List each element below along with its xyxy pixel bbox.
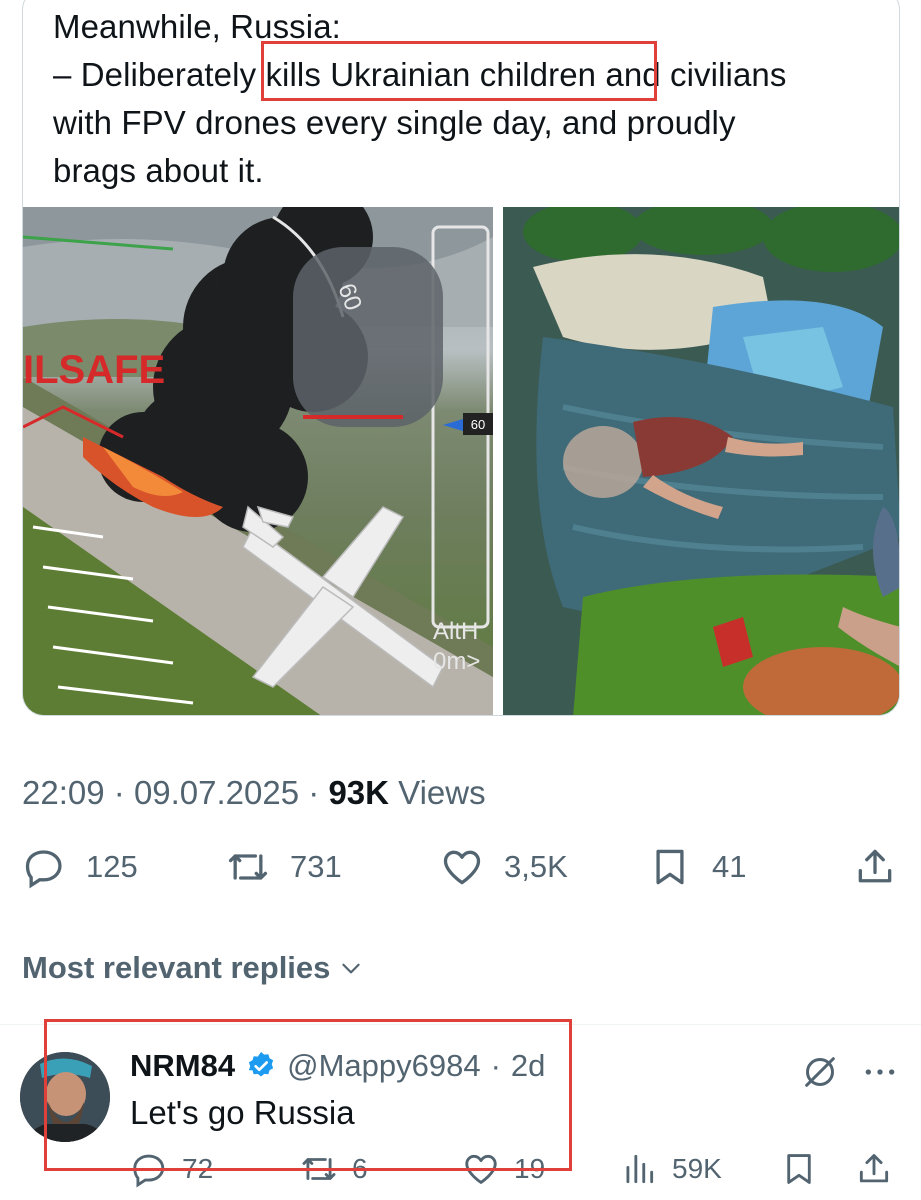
reply-count: 125: [86, 849, 138, 884]
grok-icon: [805, 1057, 835, 1087]
bookmark-button[interactable]: 41: [648, 845, 746, 889]
reply-views-button[interactable]: 59K: [620, 1150, 722, 1188]
like-button[interactable]: 3,5K: [440, 845, 568, 889]
reply-icon: [133, 1154, 165, 1188]
reply-author-handle[interactable]: @Mappy6984: [287, 1048, 480, 1084]
repost-count: 731: [290, 849, 342, 884]
repost-icon: [228, 854, 268, 880]
reply-icon: [25, 850, 62, 889]
reply-bookmark-button[interactable]: [780, 1150, 818, 1188]
more-options-button[interactable]: [860, 1052, 900, 1097]
like-count: 3,5K: [504, 849, 568, 884]
avatar[interactable]: [20, 1052, 110, 1142]
heart-icon: [443, 850, 481, 885]
quoted-tweet-line: brags about it.: [53, 152, 264, 189]
analytics-icon: [626, 1154, 654, 1184]
verified-badge-icon: [248, 1052, 274, 1077]
views-count: 93K: [328, 774, 389, 811]
reply-repost-count: 6: [352, 1153, 368, 1184]
quoted-tweet-text: Meanwhile, Russia: – Deliberately kills …: [53, 3, 883, 195]
reply-action-bar: 72 6 19 59K: [0, 1150, 921, 1200]
reply-like-button[interactable]: 19: [462, 1150, 545, 1188]
hud-failsafe-text: ILSAFE: [23, 348, 165, 392]
reply-button[interactable]: 125: [22, 845, 138, 889]
share-icon: [858, 849, 892, 883]
bookmark-icon: [787, 1154, 811, 1184]
media-image-aircraft[interactable]: 60 60 ILSAFE AltH 0m>: [23, 207, 493, 715]
reply-age[interactable]: 2d: [511, 1048, 545, 1084]
reply-views-count: 59K: [672, 1153, 722, 1184]
quoted-tweet-line: Meanwhile, Russia:: [53, 8, 341, 45]
tweet-time[interactable]: 22:09: [22, 774, 105, 811]
tweet-timestamp-views: 22:09 · 09.07.2025 · 93K Views: [22, 774, 486, 812]
divider: [0, 1024, 921, 1025]
meta-separator: ·: [308, 774, 329, 811]
hud-alt-value: 0m>: [433, 648, 480, 675]
tweet-date[interactable]: 09.07.2025: [134, 774, 299, 811]
reply-author-name[interactable]: NRM84: [130, 1048, 235, 1084]
chevron-down-icon: [342, 963, 361, 974]
share-button[interactable]: [853, 845, 897, 889]
share-icon: [859, 1154, 889, 1183]
reply-text: Let's go Russia: [130, 1094, 355, 1131]
reply-share-button[interactable]: [855, 1150, 893, 1188]
views-label: Views: [398, 774, 486, 811]
hud-speed-box: 60: [471, 417, 485, 432]
reply-reply-button[interactable]: 72: [130, 1150, 213, 1188]
reply-reply-count: 72: [182, 1153, 214, 1184]
media-image-child[interactable]: [503, 207, 899, 715]
grok-button[interactable]: [800, 1052, 840, 1097]
quoted-tweet-line: with FPV drones every single day, and pr…: [53, 104, 736, 141]
reply-repost-button[interactable]: 6: [300, 1150, 368, 1188]
user-avatar-icon: [20, 1052, 110, 1142]
child-on-blanket-blurred-icon: [503, 207, 899, 715]
quoted-tweet-line: – Deliberately kills Ukrainian children …: [53, 56, 787, 93]
reply-like-count: 19: [514, 1153, 546, 1184]
reply-header: NRM84 @Mappy6984 · 2d: [130, 1048, 545, 1084]
quoted-tweet-card[interactable]: Meanwhile, Russia: – Deliberately kills …: [22, 0, 900, 716]
replies-sort-dropdown[interactable]: Most relevant replies: [22, 950, 364, 986]
heart-icon: [465, 1154, 497, 1184]
meta-separator: ·: [490, 1048, 501, 1083]
replies-sort-label: Most relevant replies: [22, 950, 331, 985]
tweet-media[interactable]: 60 60 ILSAFE AltH 0m>: [23, 207, 899, 715]
airplane-burning-icon: 60 60 ILSAFE AltH 0m>: [23, 207, 493, 715]
more-dots-icon: [865, 1069, 895, 1075]
meta-separator: ·: [113, 774, 134, 811]
tweet-action-bar: 125 731 3,5K 41: [0, 845, 921, 901]
bookmark-icon: [656, 849, 684, 885]
repost-icon: [302, 1158, 336, 1180]
repost-button[interactable]: 731: [226, 845, 342, 889]
bookmark-count: 41: [712, 849, 747, 884]
hud-alt-label: AltH: [433, 618, 478, 645]
